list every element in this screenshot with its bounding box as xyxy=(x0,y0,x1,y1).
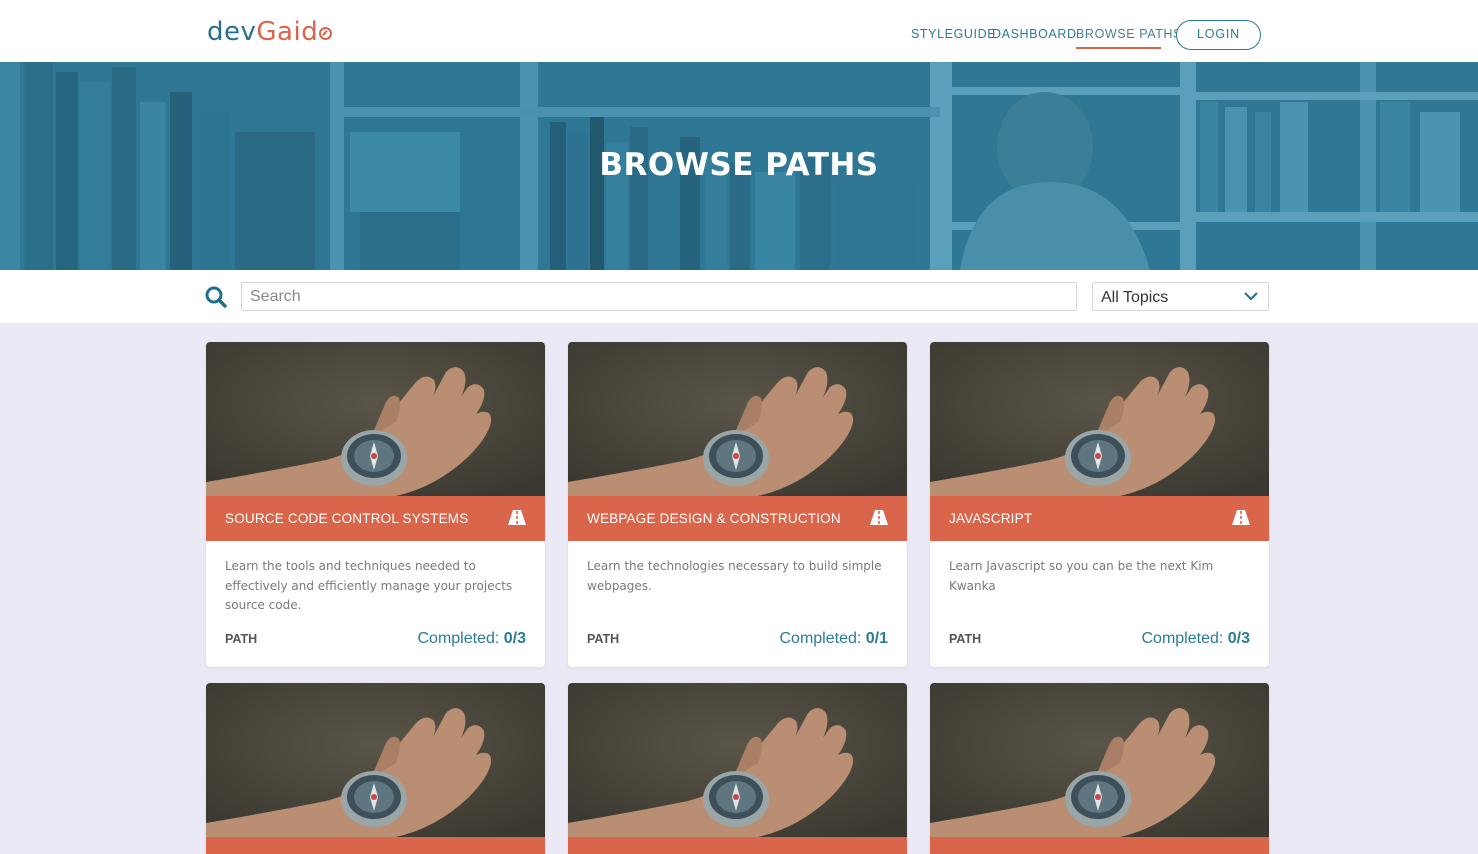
nav-styleguide[interactable]: STYLEGUIDE xyxy=(911,27,996,41)
logo-dev-text: dev xyxy=(207,17,257,47)
nav-dashboard[interactable]: DASHBOARD xyxy=(992,27,1077,41)
nav-browse-paths[interactable]: BROWSE PATHS xyxy=(1076,27,1182,41)
compass-hand-image xyxy=(568,342,907,496)
path-card-title: JAVASCRIPT xyxy=(949,511,1033,526)
path-card-header xyxy=(568,837,907,854)
path-card-header: SOURCE CODE CONTROL SYSTEMS xyxy=(206,496,545,541)
path-card[interactable]: SOURCE CODE CONTROL SYSTEMS Learn the too… xyxy=(206,342,545,667)
path-card-header xyxy=(206,837,545,854)
hero-banner: BROWSE PATHS xyxy=(0,62,1478,270)
road-icon xyxy=(870,510,888,525)
path-card-type: PATH xyxy=(587,632,620,646)
path-card-header: JAVASCRIPT xyxy=(930,496,1269,541)
progress-value: 0/3 xyxy=(503,630,526,647)
page-title: BROWSE PATHS xyxy=(599,147,879,183)
progress-value: 0/3 xyxy=(1227,630,1250,647)
path-card-title: WEBPAGE DESIGN & CONSTRUCTION xyxy=(587,511,841,526)
compass-hand-image xyxy=(206,683,545,837)
path-card-description: Learn the technologies necessary to buil… xyxy=(587,559,882,593)
progress-value: 0/1 xyxy=(865,630,888,647)
logo-gaido-text: Gaid xyxy=(256,17,319,47)
path-card-image xyxy=(568,342,907,496)
topic-select-value: All Topics xyxy=(1101,289,1169,306)
path-card-progress: Completed: 0/3 xyxy=(1141,630,1250,648)
path-card-header: WEBPAGE DESIGN & CONSTRUCTION xyxy=(568,496,907,541)
path-card-image xyxy=(206,683,545,837)
path-card-image xyxy=(568,683,907,837)
path-card-image xyxy=(930,342,1269,496)
search-icon[interactable] xyxy=(205,286,227,308)
path-card-type: PATH xyxy=(949,632,982,646)
road-icon xyxy=(508,510,526,525)
path-card-description: Learn Javascript so you can be the next … xyxy=(949,559,1214,593)
path-card-description: Learn the tools and techniques needed to… xyxy=(225,559,513,612)
compass-hand-image xyxy=(206,342,545,496)
path-card[interactable]: JAVASCRIPT Learn Javascript so you can be… xyxy=(930,342,1269,667)
progress-label: Completed: xyxy=(1141,630,1228,647)
path-card-image xyxy=(930,683,1269,837)
path-card[interactable] xyxy=(930,683,1269,854)
path-card-progress: Completed: 0/1 xyxy=(779,630,888,648)
path-card[interactable]: WEBPAGE DESIGN & CONSTRUCTION Learn the t… xyxy=(568,342,907,667)
path-card-title: SOURCE CODE CONTROL SYSTEMS xyxy=(225,511,469,526)
compass-hand-image xyxy=(930,683,1269,837)
site-logo[interactable]: devGaid xyxy=(207,17,333,47)
path-card-progress: Completed: 0/3 xyxy=(417,630,526,648)
chevron-down-icon xyxy=(1244,292,1258,301)
path-card-header xyxy=(930,837,1269,854)
compass-hand-image xyxy=(568,683,907,837)
topic-select[interactable]: All Topics xyxy=(1092,282,1269,311)
top-navbar: devGaid STYLEGUIDE DASHBOARD BROWSE PATH… xyxy=(0,0,1478,62)
path-card-image xyxy=(206,342,545,496)
active-nav-indicator xyxy=(1076,47,1161,49)
path-card[interactable] xyxy=(206,683,545,854)
path-card[interactable] xyxy=(568,683,907,854)
compass-hand-image xyxy=(930,342,1269,496)
progress-label: Completed: xyxy=(417,630,504,647)
search-input[interactable] xyxy=(241,282,1077,311)
login-button[interactable]: LOGIN xyxy=(1176,20,1261,50)
progress-label: Completed: xyxy=(779,630,866,647)
compass-icon xyxy=(319,27,333,40)
road-icon xyxy=(1232,510,1250,525)
path-card-type: PATH xyxy=(225,632,258,646)
